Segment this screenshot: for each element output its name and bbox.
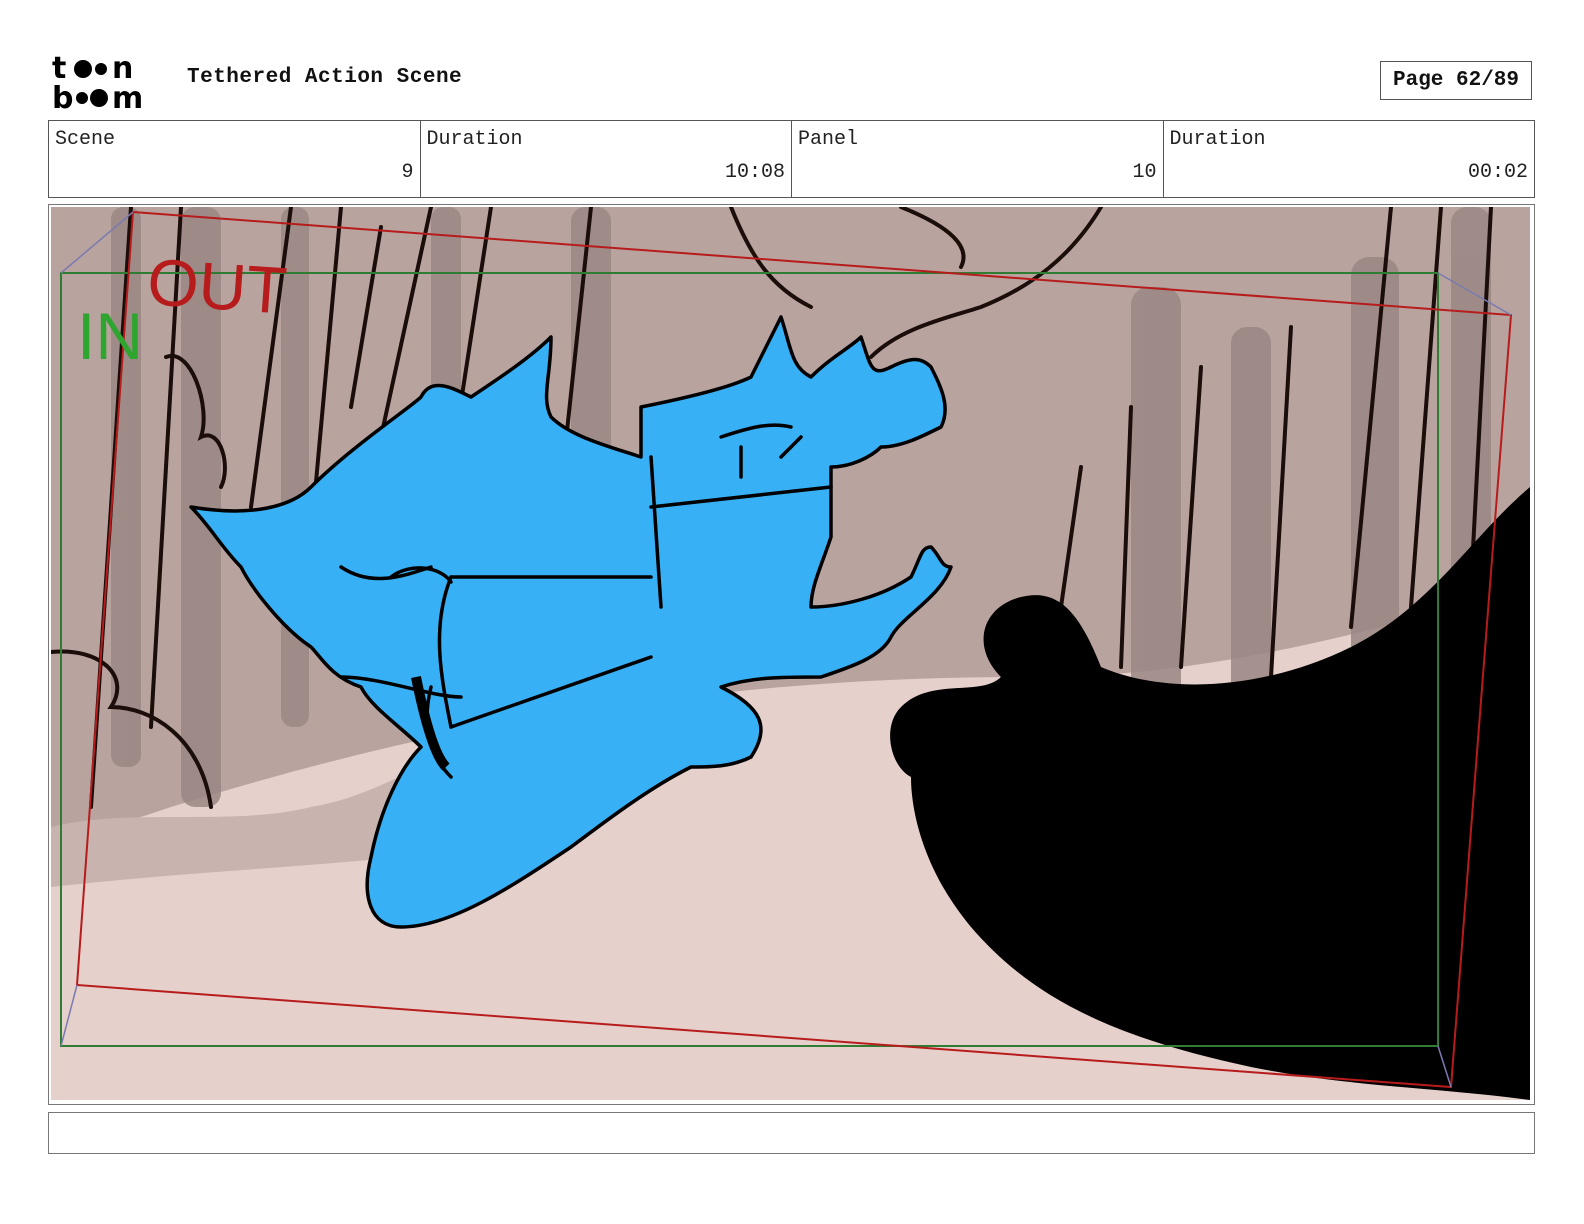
page-indicator: Page 62/89 (1380, 61, 1532, 100)
panel-caption-box (48, 1112, 1535, 1154)
scene-label: Scene (55, 128, 116, 151)
scene-value: 9 (401, 161, 414, 184)
scene-duration-label: Duration (426, 128, 523, 151)
panel-info-table: Scene 9 Duration 10:08 Panel 10 Duration… (48, 120, 1535, 198)
scene-duration-cell: Duration 10:08 (421, 121, 792, 197)
panel-duration-value: 00:02 (1467, 161, 1528, 184)
toon-boom-logo: t n b m (52, 52, 143, 112)
out-label: OUT (145, 244, 289, 328)
panel-duration-label: Duration (1169, 128, 1266, 151)
panel-drawing: IN OUT (51, 207, 1530, 1100)
svg-text:b: b (52, 81, 73, 112)
storyboard-panel: IN OUT (48, 204, 1535, 1105)
in-label: IN (77, 299, 143, 373)
panel-label: Panel (798, 128, 859, 151)
panel-duration-cell: Duration 00:02 (1164, 121, 1535, 197)
panel-value: 10 (1132, 161, 1157, 184)
scene-cell: Scene 9 (49, 121, 421, 197)
svg-text:m: m (112, 81, 143, 112)
panel-cell: Panel 10 (792, 121, 1164, 197)
storyboard-title: Tethered Action Scene (187, 66, 463, 89)
scene-duration-value: 10:08 (724, 161, 785, 184)
